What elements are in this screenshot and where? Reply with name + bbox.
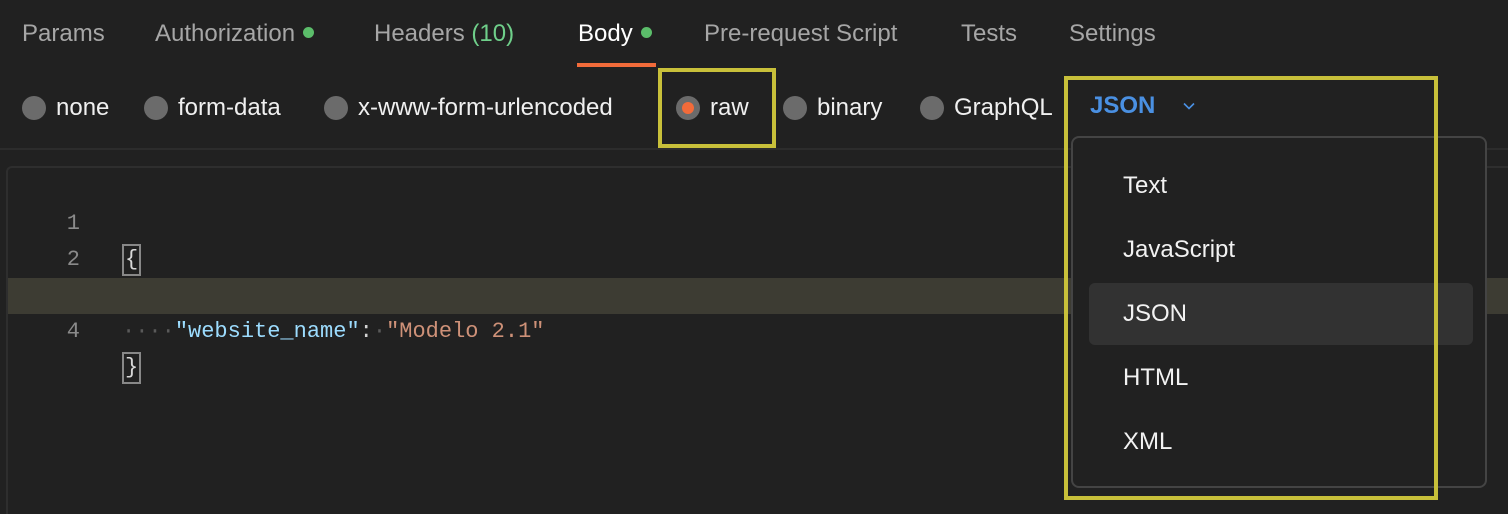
tab-label: Body [578,20,633,47]
radio-label: GraphQL [954,94,1053,121]
radio-raw[interactable]: raw [676,90,749,126]
radio-circle-icon [324,96,348,120]
tab-label: Authorization [155,20,296,47]
json-value: "Modelo 2.1" [386,319,545,344]
tab-pre-request-script[interactable]: Pre-request Script [704,20,897,48]
tab-label: Pre-request Script [704,20,898,47]
tab-settings[interactable]: Settings [1069,20,1156,48]
tab-label: Settings [1069,20,1156,47]
tab-headers[interactable]: Headers (10) [374,20,514,48]
dropdown-option-text[interactable]: Text [1089,155,1473,217]
radio-label: none [56,94,110,121]
line-number: 4 [66,319,80,344]
chevron-down-icon [1183,102,1195,110]
dropdown-option-javascript[interactable]: JavaScript [1089,219,1473,281]
radio-label: binary [817,94,883,121]
radio-label: raw [710,94,749,121]
tab-label: Tests [961,20,1018,47]
radio-circle-icon [22,96,46,120]
radio-circle-icon [920,96,944,120]
radio-label: x-www-form-urlencoded [358,94,613,121]
active-tab-indicator [577,63,656,67]
status-dot-icon [640,27,652,39]
status-dot-icon [303,27,315,39]
radio-binary[interactable]: binary [783,90,882,126]
dropdown-option-xml[interactable]: XML [1089,411,1473,473]
tab-body[interactable]: Body [578,20,652,48]
radio-graphql[interactable]: GraphQL [920,90,1053,126]
dropdown-option-json[interactable]: JSON [1089,283,1473,345]
dropdown-option-html[interactable]: HTML [1089,347,1473,409]
close-brace: } [122,352,142,384]
tab-authorization[interactable]: Authorization [155,20,315,48]
radio-none[interactable]: none [22,90,109,126]
headers-count: (10) [471,20,515,47]
language-select-value: JSON [1090,92,1156,119]
json-key: "website_name" [174,319,360,344]
language-select[interactable]: JSON [1090,92,1195,120]
radio-circle-icon [783,96,807,120]
request-tabs: Params Authorization Headers (10) Body P… [0,0,1508,68]
radio-label: form-data [178,94,281,121]
radio-form-data[interactable]: form-data [144,90,281,126]
radio-x-www-form-urlencoded[interactable]: x-www-form-urlencoded [324,90,613,126]
radio-circle-icon [144,96,168,120]
tab-label: Headers [374,20,465,47]
language-dropdown-menu: Text JavaScript JSON HTML XML [1071,136,1487,488]
tab-label: Params [22,20,105,47]
tab-tests[interactable]: Tests [961,20,1017,48]
radio-selected-icon [676,96,700,120]
tab-params[interactable]: Params [22,20,105,48]
